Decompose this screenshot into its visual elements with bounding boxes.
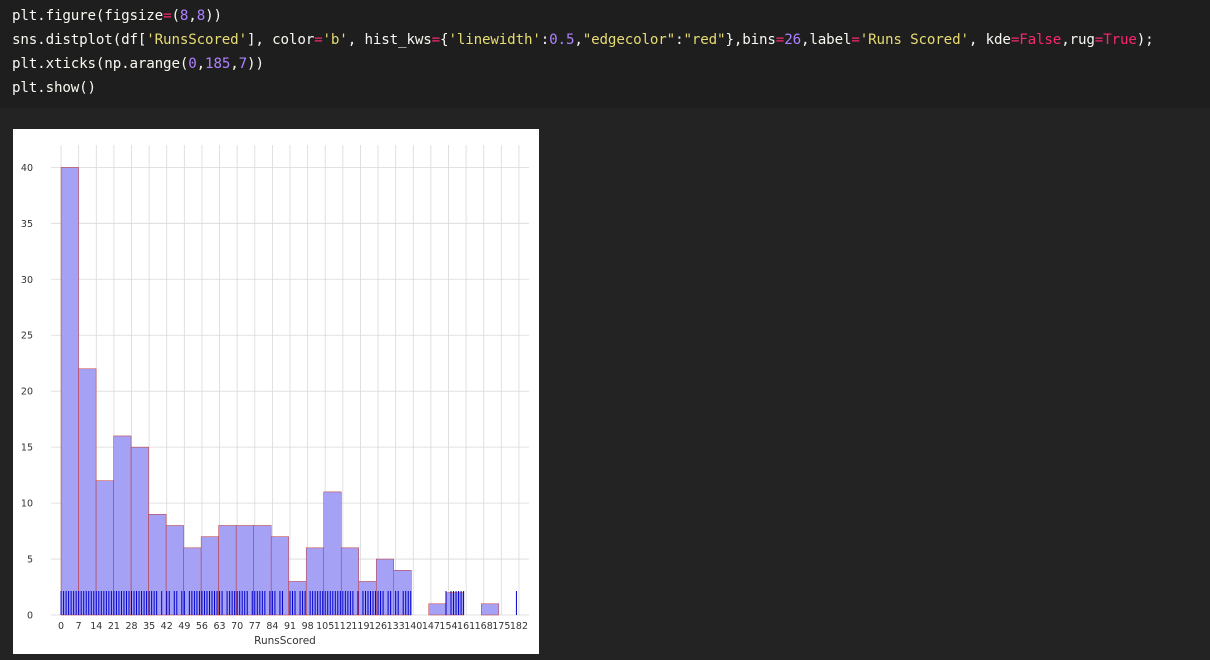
code-token: ,: [230, 56, 239, 72]
code-token: =: [314, 32, 323, 48]
x-tick-label: 14: [90, 621, 102, 632]
code-token: "edgecolor": [582, 32, 676, 48]
histogram-bar: [288, 581, 307, 616]
x-tick-label: 84: [266, 621, 278, 632]
histogram-chart: 0 7 14 21 28 35 42 49 56 63 70 77 84 91 98 105 112 119 126…: [13, 129, 539, 654]
code-token: =: [1010, 32, 1020, 48]
x-tick-label: 168: [475, 621, 493, 632]
code-token: 'Runs Scored': [859, 32, 969, 48]
code-token: plt.figure(figsize: [12, 8, 164, 24]
histogram-bar: [183, 547, 202, 616]
y-tick-label: 20: [21, 387, 33, 398]
histogram-bar: [60, 167, 79, 616]
x-tick-label: 154: [439, 621, 457, 632]
code-token: plt.show(): [12, 80, 96, 96]
code-token: (: [171, 8, 180, 24]
code-token: plt.xticks(np.arange(: [12, 56, 189, 72]
histogram-bar: [428, 603, 447, 616]
code-token: False: [1019, 32, 1062, 48]
code-token: },bins: [725, 32, 776, 48]
code-token: , kde: [968, 32, 1011, 48]
code-token: );: [1136, 32, 1154, 48]
code-token: )): [205, 8, 222, 24]
code-line: plt.xticks(np.arange(0,185,7)): [12, 52, 1210, 76]
histogram-bar: [130, 446, 149, 616]
x-tick-label: 49: [178, 621, 190, 632]
x-tick-label: 56: [196, 621, 208, 632]
code-token: 'linewidth': [448, 32, 541, 48]
code-line: sns.distplot(df['RunsScored'], color='b'…: [12, 28, 1210, 52]
y-tick-label: 35: [21, 219, 33, 230]
code-line: plt.figure(figsize=(8,8)): [12, 4, 1210, 28]
x-tick-label: 133: [387, 621, 405, 632]
code-token: ,: [188, 8, 197, 24]
code-token: =: [851, 32, 860, 48]
x-axis-label: RunsScored: [254, 635, 316, 647]
x-tick-label: 112: [334, 621, 352, 632]
code-token: ,: [196, 56, 206, 72]
x-tick-label: 126: [369, 621, 387, 632]
x-tick-label: 91: [284, 621, 296, 632]
x-tick-label: 63: [214, 621, 226, 632]
x-tick-label: 147: [422, 621, 440, 632]
histogram-bar: [78, 368, 97, 616]
x-tick-label: 140: [404, 621, 422, 632]
code-token: ,label: [801, 32, 852, 48]
histogram-bar: [481, 603, 500, 616]
x-tick-label: 161: [457, 621, 475, 632]
y-tick-label: 25: [21, 331, 33, 342]
y-tick-label: 5: [27, 555, 33, 566]
code-token: 8: [196, 8, 206, 24]
x-tick-label: 0: [58, 621, 64, 632]
code-token: )): [247, 56, 264, 72]
x-tick-label: 119: [351, 621, 369, 632]
histogram-bar: [358, 581, 377, 616]
code-token: ], color: [246, 32, 315, 48]
code-token: 0: [188, 56, 197, 72]
code-token: =: [1094, 32, 1104, 48]
code-token: =: [775, 32, 785, 48]
y-tick-label: 10: [21, 499, 33, 510]
code-token: "red": [683, 32, 726, 48]
histogram-figure: 0 7 14 21 28 35 42 49 56 63 70 77 84 91 98 105 112 119 126…: [13, 129, 539, 654]
code-line: plt.show(): [12, 76, 1210, 100]
x-tick-label: 105: [316, 621, 334, 632]
x-tick-label: 98: [302, 621, 314, 632]
x-tick-label: 28: [125, 621, 137, 632]
code-token: True: [1103, 32, 1137, 48]
code-token: :: [540, 32, 550, 48]
code-token: 7: [238, 56, 248, 72]
x-tick-label: 7: [76, 621, 82, 632]
code-token: 'b': [322, 32, 348, 48]
y-tick-label: 40: [21, 163, 33, 174]
code-token: 26: [784, 32, 801, 48]
x-tick-label: 42: [161, 621, 173, 632]
code-token: ,rug: [1061, 32, 1095, 48]
code-lines: plt.figure(figsize=(8,8)) sns.distplot(df…: [12, 4, 1210, 100]
code-cell[interactable]: plt.figure(figsize=(8,8)) sns.distplot(df…: [0, 0, 1210, 108]
x-tick-label: 182: [510, 621, 528, 632]
code-token: , hist_kws: [347, 32, 432, 48]
code-token: =: [431, 32, 441, 48]
code-token: 0.5: [549, 32, 575, 48]
code-token: sns.distplot(df[: [12, 32, 147, 48]
histogram-bar: [113, 435, 132, 616]
x-tick-label: 77: [249, 621, 261, 632]
x-tick-label: 175: [492, 621, 510, 632]
x-tick-labels: 0 7 14 21 28 35 42 49 56 63 70 77 84 91 98 105 112 119 126…: [58, 621, 528, 632]
code-token: 'RunsScored': [146, 32, 247, 48]
x-tick-label: 21: [108, 621, 120, 632]
code-token: 185: [205, 56, 231, 72]
y-tick-label: 0: [27, 611, 33, 622]
code-token: ,: [574, 32, 583, 48]
y-tick-label: 30: [21, 275, 33, 286]
x-tick-label: 70: [231, 621, 243, 632]
y-tick-label: 15: [21, 443, 33, 454]
x-tick-label: 35: [143, 621, 155, 632]
